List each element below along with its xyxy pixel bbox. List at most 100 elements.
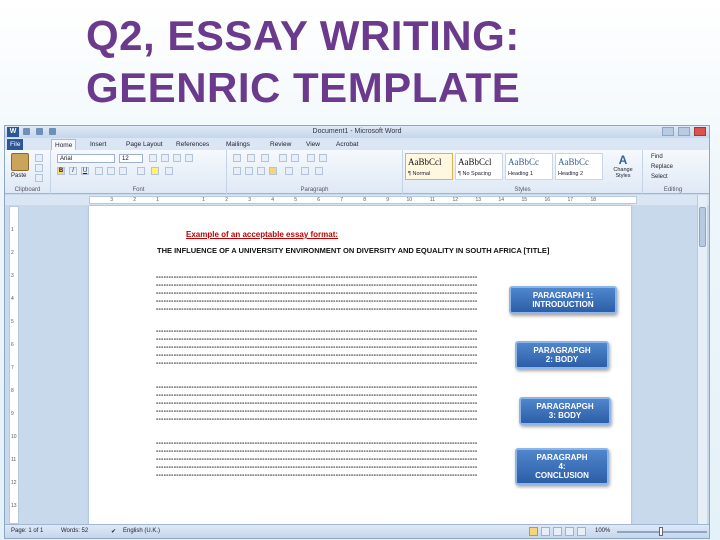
vertical-ruler-mark: 13 — [11, 503, 17, 509]
web-layout-view-icon[interactable] — [553, 527, 562, 536]
ruler-mark: 3 — [110, 197, 113, 203]
style-normal-sample: AaBbCcl — [408, 157, 442, 167]
dash-line: ----------------------------------------… — [156, 464, 478, 471]
copy-icon[interactable] — [35, 164, 43, 172]
replace-button[interactable]: Replace — [651, 164, 673, 170]
vertical-ruler-mark: 3 — [11, 273, 14, 279]
dash-line: ----------------------------------------… — [156, 416, 478, 423]
clipboard-group-label: Clipboard — [14, 187, 41, 193]
multilevel-list-icon[interactable] — [261, 154, 269, 162]
show-marks-icon[interactable] — [319, 154, 327, 162]
paragraph-4-lines: ----------------------------------------… — [156, 440, 568, 480]
style-heading-2[interactable]: AaBbCc Heading 2 — [555, 153, 603, 180]
full-screen-view-icon[interactable] — [541, 527, 550, 536]
vertical-ruler-mark: 6 — [11, 342, 14, 348]
italic-button[interactable]: I — [69, 167, 77, 175]
increase-indent-icon[interactable] — [291, 154, 299, 162]
justify-icon[interactable] — [269, 167, 277, 175]
vertical-scrollbar[interactable] — [697, 195, 707, 524]
font-color-icon[interactable] — [165, 167, 173, 175]
print-layout-view-icon[interactable] — [529, 527, 538, 536]
underline-button[interactable]: U — [81, 167, 89, 175]
strikethrough-icon[interactable] — [95, 167, 103, 175]
bullets-icon[interactable] — [233, 154, 241, 162]
paste-icon[interactable] — [11, 153, 29, 171]
zoom-level[interactable]: 100% — [595, 528, 610, 534]
horizontal-ruler[interactable]: 3 2 1 1 2 3 4 5 6 7 8 9 10 11 12 13 14 15 16 17 18 — [89, 196, 637, 204]
styles-group: AaBbCcl ¶ Normal AaBbCcl ¶ No Spacing Aa… — [403, 150, 643, 194]
tab-acrobat[interactable]: Acrobat — [333, 139, 361, 150]
style-no-spacing[interactable]: AaBbCcl ¶ No Spacing — [455, 153, 503, 180]
language-indicator[interactable]: English (U.K.) — [123, 528, 160, 534]
tab-mailings[interactable]: Mailings — [223, 139, 253, 150]
superscript-icon[interactable] — [119, 167, 127, 175]
ruler-mark: 15 — [521, 197, 527, 203]
shrink-font-icon[interactable] — [161, 154, 169, 162]
dash-line: ----------------------------------------… — [156, 336, 478, 343]
ribbon: Paste Clipboard Arial 12 B I U Font Para… — [5, 150, 709, 194]
maximize-icon[interactable] — [678, 127, 691, 136]
font-group: Arial 12 B I U Font — [51, 150, 227, 194]
cut-icon[interactable] — [35, 154, 43, 162]
select-button[interactable]: Select — [651, 174, 668, 180]
vertical-ruler[interactable]: 1 2 3 4 5 6 7 8 9 10 11 12 13 — [9, 206, 19, 524]
essay-title: THE INFLUENCE OF A UNIVERSITY ENVIRONMEN… — [157, 246, 550, 255]
clipboard-group: Paste Clipboard — [5, 150, 51, 194]
grow-font-icon[interactable] — [149, 154, 157, 162]
proofing-icon[interactable]: ✔ — [111, 528, 116, 535]
align-center-icon[interactable] — [245, 167, 253, 175]
numbering-icon[interactable] — [247, 154, 255, 162]
ruler-mark: 14 — [498, 197, 504, 203]
outline-view-icon[interactable] — [565, 527, 574, 536]
align-left-icon[interactable] — [233, 167, 241, 175]
slide-title-line-1: Q2, ESSAY WRITING: — [86, 12, 520, 59]
minimize-icon[interactable] — [662, 127, 675, 136]
word-count[interactable]: Words: 52 — [61, 528, 88, 534]
style-no-spacing-sample: AaBbCcl — [458, 157, 492, 167]
clear-formatting-icon[interactable] — [185, 154, 193, 162]
tab-file[interactable]: File — [7, 139, 24, 150]
scrollbar-thumb[interactable] — [699, 207, 706, 247]
ruler-mark: 7 — [340, 197, 343, 203]
title-bar: W Document1 - Microsoft Word — [5, 126, 709, 138]
text-effects-icon[interactable] — [137, 167, 145, 175]
dash-line: ----------------------------------------… — [156, 344, 478, 351]
word-window: W Document1 - Microsoft Word File Home I… — [4, 125, 710, 539]
find-button[interactable]: Find — [651, 154, 663, 160]
highlight-icon[interactable] — [151, 167, 159, 175]
style-normal[interactable]: AaBbCcl ¶ Normal — [405, 153, 453, 180]
align-right-icon[interactable] — [257, 167, 265, 175]
window-title: Document1 - Microsoft Word — [312, 128, 402, 135]
ruler-mark: 17 — [567, 197, 573, 203]
ruler-mark: 2 — [133, 197, 136, 203]
change-styles-button[interactable]: A Change Styles — [609, 153, 637, 189]
borders-icon[interactable] — [315, 167, 323, 175]
shading-icon[interactable] — [301, 167, 309, 175]
style-heading-1[interactable]: AaBbCc Heading 1 — [505, 153, 553, 180]
editing-group-label: Editing — [663, 187, 683, 193]
tab-view[interactable]: View — [303, 139, 323, 150]
tab-home[interactable]: Home — [51, 139, 77, 150]
tab-insert[interactable]: Insert — [87, 139, 109, 150]
zoom-slider-knob[interactable] — [659, 527, 663, 536]
change-case-icon[interactable] — [173, 154, 181, 162]
sort-icon[interactable] — [307, 154, 315, 162]
callout-line: 2: BODY — [545, 355, 579, 364]
font-name-select[interactable]: Arial — [57, 154, 115, 163]
page-count[interactable]: Page: 1 of 1 — [11, 528, 43, 534]
font-size-select[interactable]: 12 — [119, 154, 143, 163]
vertical-ruler-mark: 7 — [11, 365, 14, 371]
bold-button[interactable]: B — [57, 167, 65, 175]
draft-view-icon[interactable] — [577, 527, 586, 536]
ruler-mark: 9 — [386, 197, 389, 203]
format-painter-icon[interactable] — [35, 174, 43, 182]
close-icon[interactable] — [694, 127, 706, 136]
tab-references[interactable]: References — [173, 139, 212, 150]
line-spacing-icon[interactable] — [285, 167, 293, 175]
tab-page-layout[interactable]: Page Layout — [123, 139, 166, 150]
ruler-mark: 4 — [271, 197, 274, 203]
tab-review[interactable]: Review — [267, 139, 294, 150]
subscript-icon[interactable] — [107, 167, 115, 175]
paste-button-label[interactable]: Paste — [11, 173, 26, 179]
decrease-indent-icon[interactable] — [279, 154, 287, 162]
